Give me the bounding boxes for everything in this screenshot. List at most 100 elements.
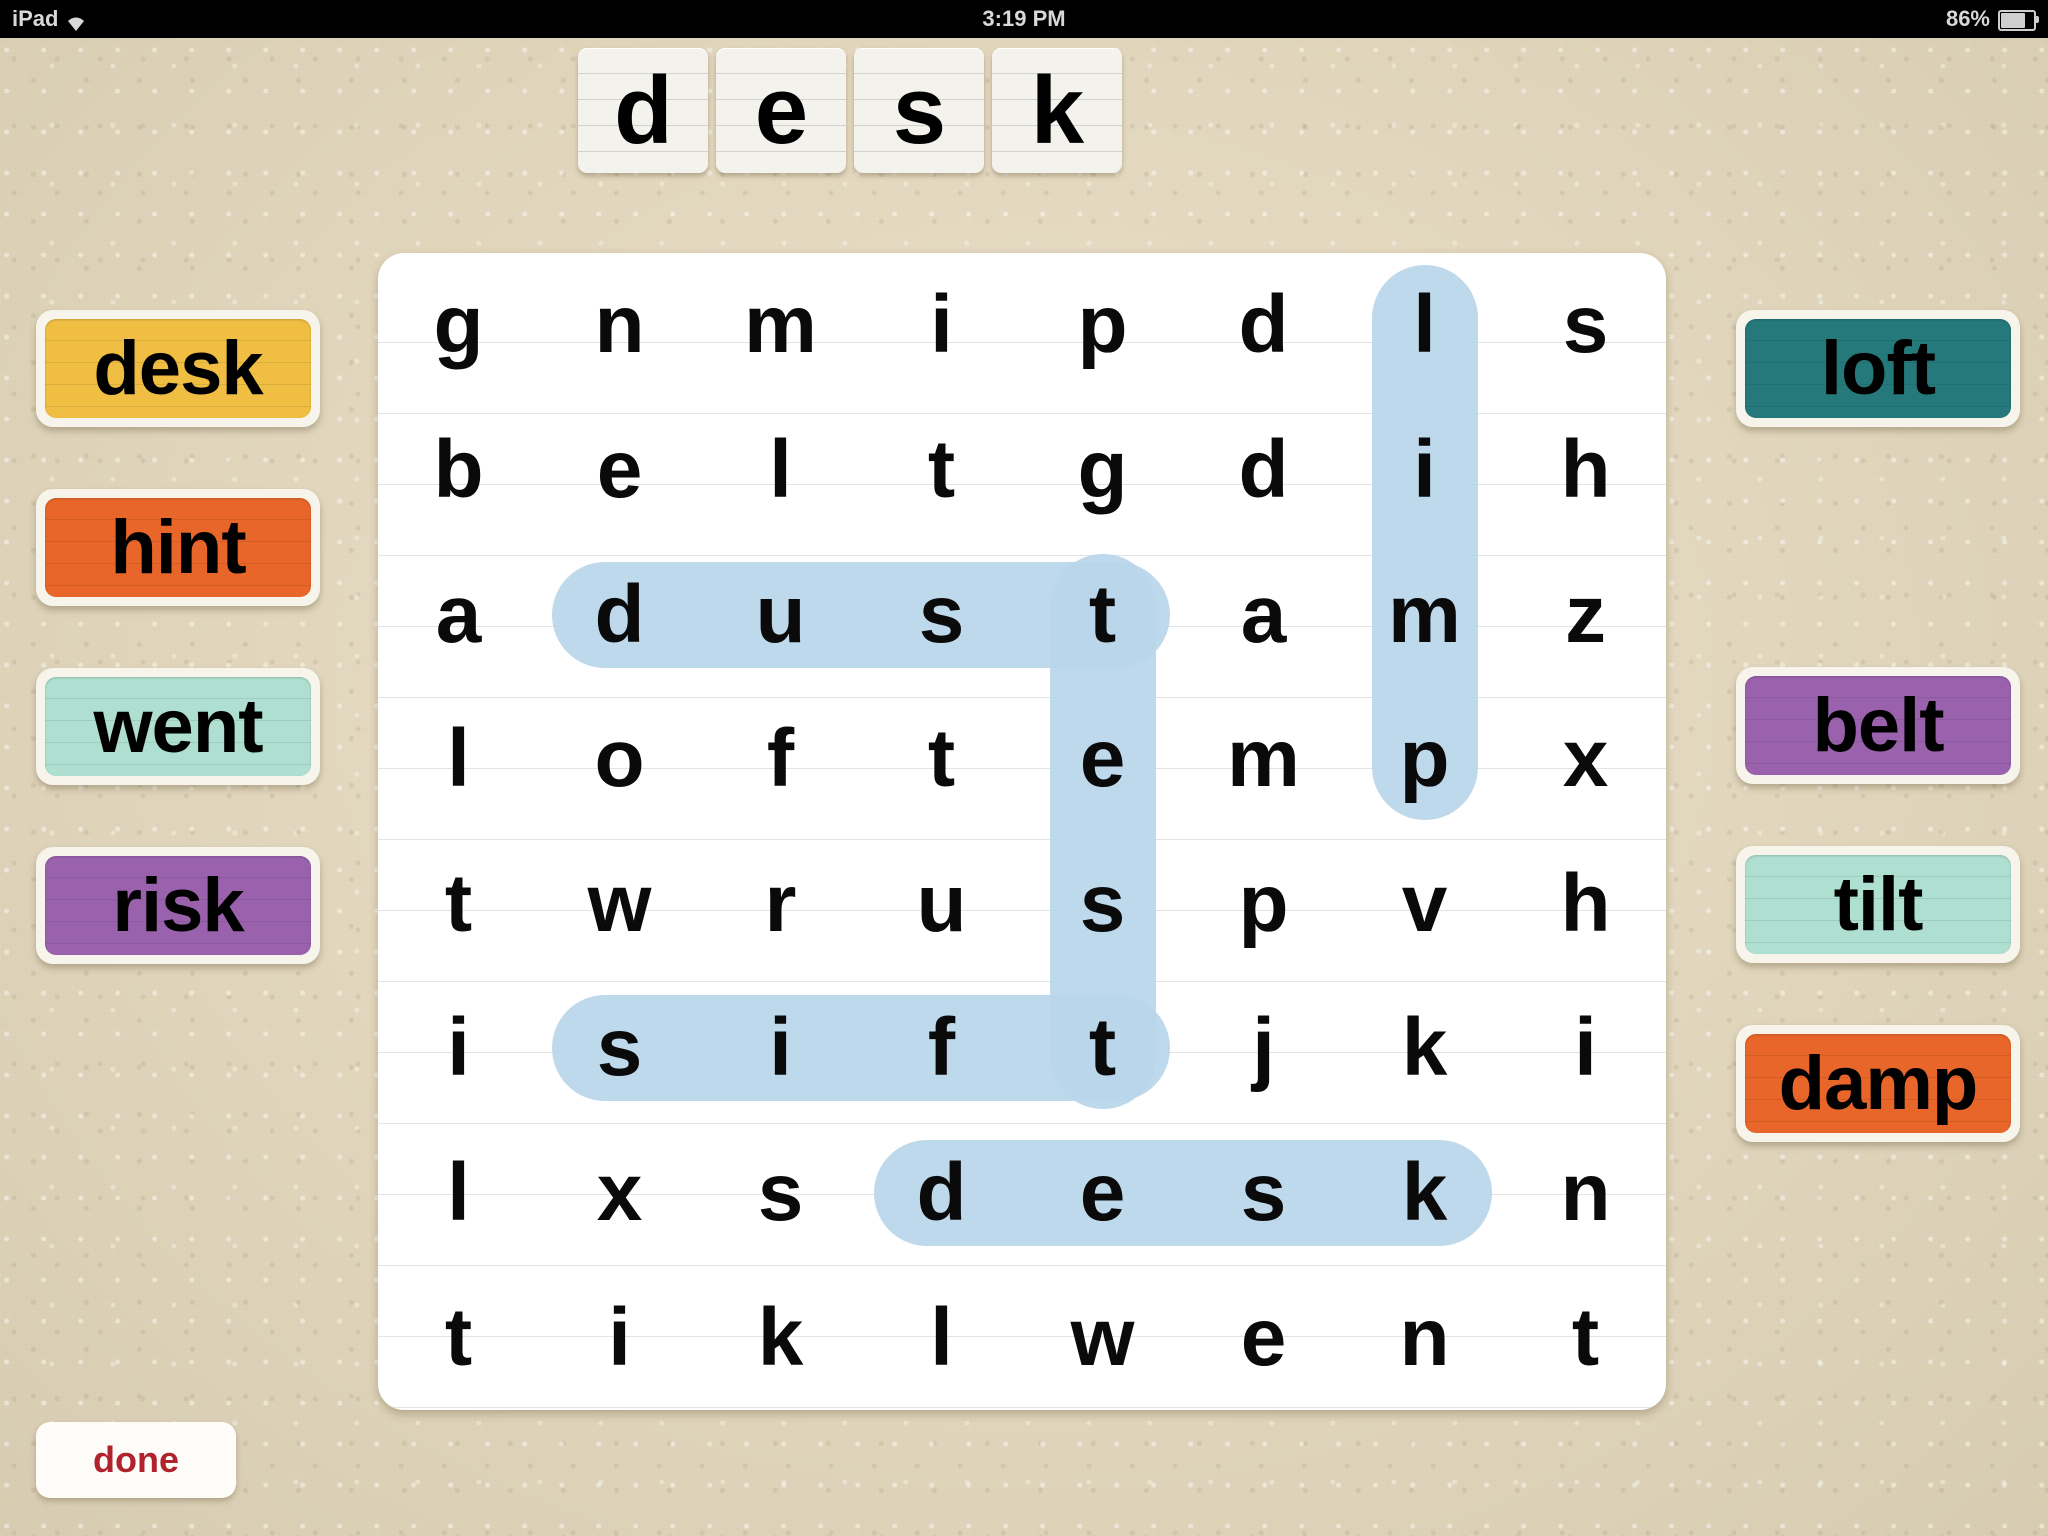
grid-cell-r6-c1[interactable]: i (378, 976, 539, 1121)
grid-cell-r1-c3[interactable]: m (700, 253, 861, 398)
grid-cell-r4-c5[interactable]: e (1022, 687, 1183, 832)
grid-cell-r8-c4[interactable]: l (861, 1265, 1022, 1410)
word-tile-3: k (992, 48, 1122, 173)
word-card-tilt[interactable]: tilt (1736, 846, 2020, 963)
grid-cell-r2-c8[interactable]: h (1505, 398, 1666, 543)
word-card-risk[interactable]: risk (36, 847, 320, 964)
word-card-label: loft (1820, 325, 1936, 411)
word-card-fill: tilt (1745, 855, 2011, 954)
grid-cell-r3-c6[interactable]: a (1183, 542, 1344, 687)
word-card-hint[interactable]: hint (36, 489, 320, 606)
grid-cell-r5-c6[interactable]: p (1183, 832, 1344, 977)
grid-cell-r2-c5[interactable]: g (1022, 398, 1183, 543)
grid-cell-r2-c3[interactable]: l (700, 398, 861, 543)
word-search-grid-panel[interactable]: gnmipdlsbeltgdihadustamzloftempxtwruspvh… (378, 253, 1666, 1410)
grid-cell-r3-c2[interactable]: d (539, 542, 700, 687)
grid-cell-r6-c3[interactable]: i (700, 976, 861, 1121)
word-card-label: tilt (1833, 861, 1924, 947)
done-button-label: done (93, 1439, 179, 1480)
grid-cell-r6-c5[interactable]: t (1022, 976, 1183, 1121)
status-bar-time: 3:19 PM (982, 6, 1066, 31)
grid-cell-r5-c3[interactable]: r (700, 832, 861, 977)
grid-cell-r8-c1[interactable]: t (378, 1265, 539, 1410)
grid-cell-r4-c7[interactable]: p (1344, 687, 1505, 832)
grid-cell-r3-c8[interactable]: z (1505, 542, 1666, 687)
word-card-label: damp (1778, 1040, 1979, 1126)
grid-cell-r8-c8[interactable]: t (1505, 1265, 1666, 1410)
grid-cell-r1-c8[interactable]: s (1505, 253, 1666, 398)
grid-cell-r8-c6[interactable]: e (1183, 1265, 1344, 1410)
word-card-fill: went (45, 677, 311, 776)
word-tile-letter: k (1030, 56, 1084, 164)
battery-charging-icon (1998, 9, 2039, 31)
right-word-list: loft belt tilt damp (1736, 310, 2020, 1204)
grid-cell-r7-c1[interactable]: l (378, 1121, 539, 1266)
grid-cell-r7-c4[interactable]: d (861, 1121, 1022, 1266)
grid-cell-r7-c3[interactable]: s (700, 1121, 861, 1266)
grid-cell-r1-c4[interactable]: i (861, 253, 1022, 398)
word-card-label: risk (112, 862, 244, 948)
grid-cell-r1-c2[interactable]: n (539, 253, 700, 398)
grid-cell-r5-c2[interactable]: w (539, 832, 700, 977)
word-tile-letter: d (614, 56, 673, 164)
grid-cell-r7-c2[interactable]: x (539, 1121, 700, 1266)
done-button[interactable]: done (36, 1422, 236, 1498)
grid-cell-r2-c4[interactable]: t (861, 398, 1022, 543)
grid-letters[interactable]: gnmipdlsbeltgdihadustamzloftempxtwruspvh… (378, 253, 1666, 1410)
grid-cell-r7-c7[interactable]: k (1344, 1121, 1505, 1266)
grid-cell-r1-c1[interactable]: g (378, 253, 539, 398)
word-card-belt[interactable]: belt (1736, 667, 2020, 784)
current-word-tiles: desk (578, 48, 1122, 173)
grid-cell-r6-c6[interactable]: j (1183, 976, 1344, 1121)
grid-cell-r5-c4[interactable]: u (861, 832, 1022, 977)
word-card-fill: desk (45, 319, 311, 418)
grid-cell-r3-c5[interactable]: t (1022, 542, 1183, 687)
word-card-label: belt (1812, 682, 1944, 768)
grid-cell-r3-c1[interactable]: a (378, 542, 539, 687)
grid-cell-r7-c8[interactable]: n (1505, 1121, 1666, 1266)
word-card-loft[interactable]: loft (1736, 310, 2020, 427)
grid-cell-r4-c6[interactable]: m (1183, 687, 1344, 832)
grid-cell-r7-c6[interactable]: s (1183, 1121, 1344, 1266)
grid-cell-r5-c8[interactable]: h (1505, 832, 1666, 977)
battery-percent-label: 86% (1945, 6, 1990, 31)
grid-cell-r4-c8[interactable]: x (1505, 687, 1666, 832)
word-card-fill: damp (1745, 1034, 2011, 1133)
grid-cell-r1-c7[interactable]: l (1344, 253, 1505, 398)
grid-cell-r8-c5[interactable]: w (1022, 1265, 1183, 1410)
grid-cell-r1-c5[interactable]: p (1022, 253, 1183, 398)
word-tile-1: e (716, 48, 846, 173)
grid-cell-r1-c6[interactable]: d (1183, 253, 1344, 398)
word-card-fill: hint (45, 498, 311, 597)
grid-cell-r2-c1[interactable]: b (378, 398, 539, 543)
grid-cell-r3-c3[interactable]: u (700, 542, 861, 687)
grid-cell-r3-c4[interactable]: s (861, 542, 1022, 687)
grid-cell-r6-c2[interactable]: s (539, 976, 700, 1121)
grid-cell-r2-c2[interactable]: e (539, 398, 700, 543)
grid-cell-r8-c7[interactable]: n (1344, 1265, 1505, 1410)
grid-cell-r8-c3[interactable]: k (700, 1265, 861, 1410)
grid-cell-r4-c3[interactable]: f (700, 687, 861, 832)
grid-cell-r6-c4[interactable]: f (861, 976, 1022, 1121)
status-bar-right: 86% (1945, 6, 2039, 32)
grid-cell-r5-c1[interactable]: t (378, 832, 539, 977)
grid-cell-r2-c6[interactable]: d (1183, 398, 1344, 543)
grid-cell-r4-c4[interactable]: t (861, 687, 1022, 832)
grid-cell-r2-c7[interactable]: i (1344, 398, 1505, 543)
grid-cell-r6-c7[interactable]: k (1344, 976, 1505, 1121)
word-card-damp[interactable]: damp (1736, 1025, 2020, 1142)
grid-cell-r5-c7[interactable]: v (1344, 832, 1505, 977)
grid-cell-r8-c2[interactable]: i (539, 1265, 700, 1410)
grid-cell-r4-c2[interactable]: o (539, 687, 700, 832)
word-card-went[interactable]: went (36, 668, 320, 785)
grid-cell-r7-c5[interactable]: e (1022, 1121, 1183, 1266)
word-tile-letter: e (754, 56, 808, 164)
word-tile-2: s (854, 48, 984, 173)
grid-cell-r6-c8[interactable]: i (1505, 976, 1666, 1121)
word-card-fill: risk (45, 856, 311, 955)
grid-cell-r5-c5[interactable]: s (1022, 832, 1183, 977)
word-tile-letter: s (892, 56, 946, 164)
grid-cell-r4-c1[interactable]: l (378, 687, 539, 832)
word-card-desk[interactable]: desk (36, 310, 320, 427)
grid-cell-r3-c7[interactable]: m (1344, 542, 1505, 687)
